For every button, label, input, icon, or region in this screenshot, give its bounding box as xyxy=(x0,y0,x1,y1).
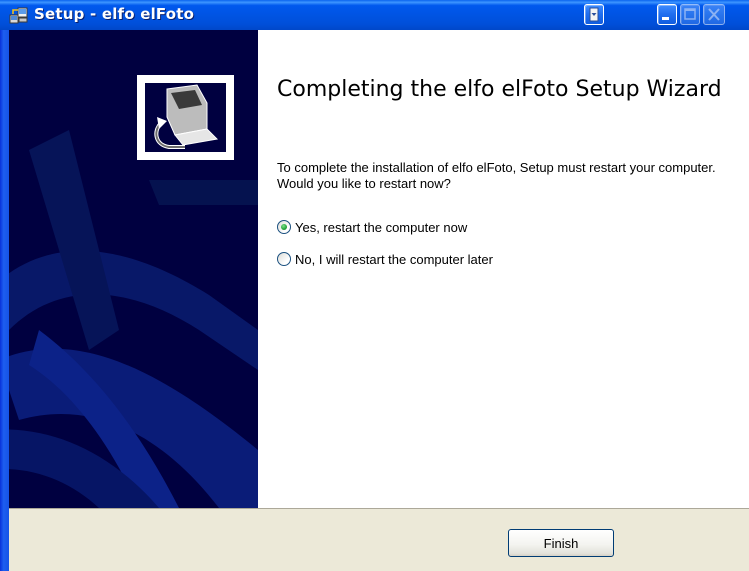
wizard-footer: Finish xyxy=(9,508,749,571)
restart-later-radio[interactable] xyxy=(277,252,291,266)
finish-button[interactable]: Finish xyxy=(508,529,614,557)
wizard-content: Completing the elfo elFoto Setup Wizard … xyxy=(258,30,749,508)
wizard-side-banner xyxy=(9,30,258,508)
maximize-icon xyxy=(684,8,696,20)
restart-now-option[interactable]: Yes, restart the computer now xyxy=(277,218,467,236)
setup-logo-frame xyxy=(137,75,234,160)
setup-installer-icon xyxy=(9,7,28,24)
wizard-heading: Completing the elfo elFoto Setup Wizard xyxy=(277,77,722,102)
computer-install-icon xyxy=(154,84,219,149)
window-title: Setup - elfo elFoto xyxy=(34,5,195,23)
minimize-icon xyxy=(662,17,669,20)
restart-later-option[interactable]: No, I will restart the computer later xyxy=(277,250,493,268)
minimize-button[interactable] xyxy=(657,4,677,25)
restart-now-radio[interactable] xyxy=(277,220,291,234)
maximize-button[interactable] xyxy=(680,4,700,25)
window-frame-left xyxy=(0,30,9,571)
wizard-message: To complete the installation of elfo elF… xyxy=(277,160,716,191)
title-bar[interactable]: Setup - elfo elFoto xyxy=(0,0,749,30)
setup-logo xyxy=(145,83,226,152)
window-menu-button[interactable] xyxy=(584,4,604,25)
menu-icon xyxy=(589,7,599,22)
restart-later-label[interactable]: No, I will restart the computer later xyxy=(295,252,493,267)
restart-now-label[interactable]: Yes, restart the computer now xyxy=(295,220,467,235)
close-button[interactable] xyxy=(703,4,725,25)
close-icon xyxy=(708,8,720,21)
setup-wizard-window: Setup - elfo elFoto Completing the elfo … xyxy=(0,0,749,571)
